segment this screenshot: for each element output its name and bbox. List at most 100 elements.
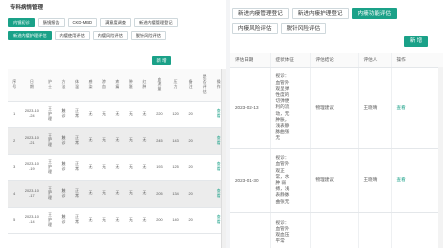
function-assessment-table: 评估日期 症状体征 评估结论 评估人 操作 2023-02-13 视诊：血管外观…: [230, 53, 443, 248]
cell-date: 2023-10-21: [20, 127, 44, 155]
col-header-temp: 体温: [70, 69, 84, 102]
cell-flow: 220: [151, 101, 168, 128]
cell-nurse: 王护理: [43, 101, 57, 128]
cell-temp: 正常: [70, 180, 84, 208]
col-header-pressure: 压力: [167, 69, 184, 102]
table-row: 4 2023-10-17 王护理 触诊 正常 无 无 无 无 无 205 134…: [8, 180, 226, 208]
table-row: 2023-01-30 视诊：血管外观正常，水肿 弱搏，浅表静脉曲张无 物理建议 …: [230, 148, 443, 213]
cell-pressure: 125: [167, 154, 184, 181]
cell-date: 2023-10-14: [20, 207, 44, 234]
view-link[interactable]: 查看: [397, 177, 406, 182]
col-header-date: 日期: [20, 69, 44, 102]
cell-pressure: 140: [167, 207, 184, 234]
tab-satisfaction-survey[interactable]: 满意度调查: [100, 18, 132, 27]
cell-note: 20: [183, 154, 198, 181]
tab-fistula-function-assessment[interactable]: 内瘘功能评估: [351, 8, 398, 19]
cell-note: 20: [183, 207, 198, 234]
cell-evaluated: [197, 180, 212, 208]
cell-nurse: 王护理: [43, 127, 57, 155]
left-table-scrollbar[interactable]: [221, 69, 226, 248]
tab-new-fistula-care-assessment[interactable]: 新进内瘘护理评估: [8, 31, 52, 40]
cell-infection: 无: [83, 180, 98, 208]
page-title: 专科病情管理: [10, 5, 44, 11]
table-header-row: 序号 日期 护士 方法 体温 感染 渗血 疼痛 肿胀 红肿 血流量 压力 备注 …: [8, 69, 226, 102]
cell-bleeding: 无: [97, 180, 111, 208]
col-header-infection: 感染: [83, 69, 98, 102]
right-panel: 新进内瘘管理登记 新进内瘘护理登记 内瘘功能评估 内瘘风险评估 脱针风险评估 新…: [230, 0, 443, 248]
right-tab-bar: 新进内瘘管理登记 新进内瘘护理登记 内瘘功能评估 内瘘风险评估 脱针风险评估: [232, 8, 432, 38]
cell-conclusion: 物理建议: [310, 67, 359, 149]
cell-date: 2023-10-17: [20, 180, 44, 208]
cell-pain: 无: [110, 101, 125, 128]
cell-operation: 查看: [391, 67, 443, 149]
tab-fistula-risk-assessment[interactable]: 内瘘风险评估: [92, 31, 128, 40]
cell-assess-date: 2023-02-13: [230, 67, 271, 149]
tab-new-fistula-registration[interactable]: 新进内瘘管理登记: [232, 8, 289, 19]
cell-no: 1: [8, 101, 21, 128]
cell-method: 触诊: [56, 101, 71, 128]
cell-swelling: 无: [124, 154, 138, 181]
col-header-flow: 血流量: [151, 69, 168, 102]
cell-temp: 正常: [70, 154, 84, 181]
table-row: 视诊：血管外观血压平常: [230, 212, 443, 248]
tab-fistula-risk-assessment[interactable]: 内瘘风险评估: [232, 23, 278, 34]
cell-method: 触诊: [56, 127, 71, 155]
cell-redness: 无: [137, 180, 152, 208]
cell-pressure: 143: [167, 127, 184, 155]
cell-nurse: 王护理: [43, 180, 57, 208]
col-header-nurse: 护士: [43, 69, 57, 102]
cell-pain: 无: [110, 207, 125, 234]
col-header-assessor: 评估人: [358, 53, 392, 68]
cell-symptoms: 视诊：血管外观正常，水肿 弱搏，浅表静脉曲张无: [270, 148, 311, 213]
cell-note: 20: [183, 127, 198, 155]
col-header-note: 备注: [183, 69, 198, 102]
tab-new-fistula-care-registration[interactable]: 新进内瘘护理登记: [291, 8, 349, 19]
right-table-scrollbar[interactable]: [438, 67, 443, 248]
cell-assessor: 王晓晴: [358, 67, 392, 149]
cell-method: 触诊: [56, 180, 71, 208]
tab-needle-dislodgement-risk[interactable]: 脱针风险评估: [280, 23, 327, 34]
table-row: 2 2023-10-21 王护理 触诊 正常 无 无 无 无 无 245 143…: [8, 127, 226, 155]
cell-bleeding: 无: [97, 101, 111, 128]
table-row: 2023-02-13 视诊：血管外观呈弹性度的切弹便利的流动，无肿胀，浅表静脉曲…: [230, 67, 443, 149]
add-record-button[interactable]: 新 增: [152, 56, 171, 65]
nursing-assessment-table: 序号 日期 护士 方法 体温 感染 渗血 疼痛 肿胀 红肿 血流量 压力 备注 …: [8, 69, 226, 234]
cell-temp: 正常: [70, 207, 84, 234]
add-assessment-button[interactable]: 新 增: [404, 36, 428, 47]
cell-no: 2: [8, 127, 21, 155]
tab-fistula-use-assessment[interactable]: 内瘘使用评估: [54, 31, 90, 40]
tab-needle-dislodgement-risk[interactable]: 脱针风险评估: [130, 31, 166, 40]
cell-redness: 无: [137, 101, 152, 128]
cell-nurse: 王护理: [43, 154, 57, 181]
cell-swelling: 无: [124, 207, 138, 234]
cell-flow: 193: [151, 154, 168, 181]
cell-flow: 245: [151, 127, 168, 155]
cell-conclusion: 物理建议: [310, 148, 359, 213]
app-root: 专科病情管理 内镜初诊 肠镜报告 CKD-MBD 满意度调查 新进内瘘管理登记 …: [0, 0, 443, 248]
left-panel: 专科病情管理 内镜初诊 肠镜报告 CKD-MBD 满意度调查 新进内瘘管理登记 …: [0, 0, 226, 248]
cell-pain: 无: [110, 127, 125, 155]
cell-method: 触诊: [56, 154, 71, 181]
cell-no: 4: [8, 180, 21, 208]
cell-pain: 无: [110, 154, 125, 181]
cell-evaluated: [197, 207, 212, 234]
cell-swelling: 无: [124, 180, 138, 208]
cell-bleeding: 无: [97, 154, 111, 181]
tab-ckd-mbd[interactable]: CKD-MBD: [67, 18, 98, 27]
tab-new-fistula-registration[interactable]: 新进内瘘管理登记: [134, 18, 178, 27]
table-row: 1 2023-10-24 王护理 触诊 正常 无 无 无 无 无 220 120…: [8, 101, 226, 128]
cell-infection: 无: [83, 207, 98, 234]
cell-assess-date: [230, 212, 271, 248]
col-header-operation: 操作: [391, 53, 443, 68]
tab-colonoscopy-report[interactable]: 肠镜报告: [37, 18, 65, 27]
cell-note: 20: [183, 180, 198, 208]
col-header-redness: 红肿: [137, 69, 152, 102]
cell-swelling: 无: [124, 101, 138, 128]
cell-bleeding: 无: [97, 207, 111, 234]
tab-endoscopy-initial[interactable]: 内镜初诊: [8, 18, 35, 27]
cell-operation: [391, 212, 443, 248]
view-link[interactable]: 查看: [397, 105, 406, 110]
cell-pain: 无: [110, 180, 125, 208]
cell-evaluated: [197, 127, 212, 155]
cell-date: 2023-10-19: [20, 154, 44, 181]
